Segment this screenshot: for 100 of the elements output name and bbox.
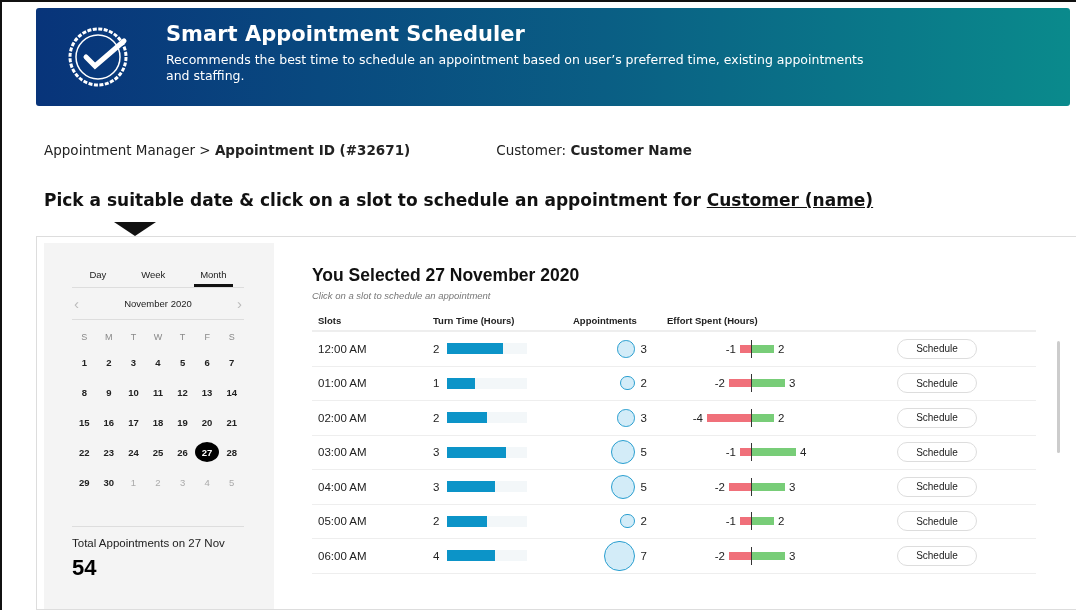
- calendar-day[interactable]: 15: [72, 412, 97, 432]
- schedule-button[interactable]: Schedule: [897, 511, 977, 532]
- schedule-button[interactable]: Schedule: [897, 338, 977, 359]
- calendar-day[interactable]: 28: [219, 442, 244, 462]
- schedule-button[interactable]: Schedule: [897, 407, 977, 428]
- appointments-count: 7: [640, 549, 647, 562]
- calendar-day[interactable]: 2: [96, 352, 121, 372]
- effort-negative-bar: [740, 344, 751, 353]
- column-header: Turn Time (Hours): [433, 315, 516, 326]
- effort-positive-value: 2: [778, 515, 785, 528]
- slot-row[interactable]: 03:00 AM 3 5 -1 4 Schedule: [312, 435, 1036, 470]
- effort-positive-bar: [752, 482, 785, 491]
- turn-time-value: 2: [433, 342, 440, 355]
- calendar-day[interactable]: 26: [170, 442, 195, 462]
- calendar-day[interactable]: 11: [146, 382, 170, 402]
- calendar-day[interactable]: 27: [195, 442, 220, 462]
- effort-negative-value: -4: [692, 411, 703, 424]
- turn-time-value: 3: [433, 480, 440, 493]
- customer-name: Customer Name: [570, 142, 692, 158]
- calendar-day[interactable]: 12: [170, 382, 195, 402]
- calendar-day[interactable]: 7: [219, 352, 244, 372]
- slot-time: 01:00 AM: [318, 377, 368, 390]
- customer-label: Customer:: [496, 142, 568, 158]
- schedule-button[interactable]: Schedule: [897, 476, 977, 497]
- slot-row[interactable]: 05:00 AM 2 2 -1 2 Schedule: [312, 504, 1036, 539]
- weekday-label: T: [130, 332, 137, 342]
- calendar-day[interactable]: 29: [72, 472, 97, 492]
- total-value: 54: [72, 555, 98, 581]
- view-tab[interactable]: Day: [83, 265, 113, 287]
- calendar-day[interactable]: 6: [195, 352, 220, 372]
- effort-negative-bar: [729, 379, 751, 388]
- calendar-day[interactable]: 13: [195, 382, 220, 402]
- appointments-count: 5: [640, 480, 647, 493]
- column-header: Appointments: [573, 315, 638, 326]
- effort-positive-bar: [752, 344, 774, 353]
- slot-row[interactable]: 06:00 AM 4 7 -2 3 Schedule: [312, 539, 1036, 574]
- instruction-text: Pick a suitable date & click on a slot to schedule an appointment for Customer (name): [44, 190, 875, 210]
- calendar-day[interactable]: 16: [96, 412, 121, 432]
- calendar-day[interactable]: 23: [96, 442, 121, 462]
- weekday-label: M: [105, 332, 113, 342]
- hint-text: Click on a slot to schedule an appointment: [312, 290, 492, 301]
- effort-negative-bar: [740, 448, 751, 457]
- slot-row[interactable]: 02:00 AM 2 3 -4 2 Schedule: [312, 401, 1036, 436]
- slot-row[interactable]: 04:00 AM 3 5 -2 3 Schedule: [312, 470, 1036, 505]
- calendar-day[interactable]: 18: [146, 412, 170, 432]
- turn-time-value: 1: [433, 377, 440, 390]
- effort-positive-value: 2: [778, 342, 785, 355]
- calendar-day[interactable]: 4: [146, 352, 170, 372]
- calendar-day[interactable]: 5: [170, 352, 195, 372]
- weekday-label: T: [179, 332, 186, 342]
- effort-negative-bar: [729, 482, 751, 491]
- app-description: Recommends the best time to schedule an appointment based on user’s preferred time, existing appointments and staffing.: [166, 52, 865, 84]
- calendar-day[interactable]: 10: [121, 382, 146, 402]
- column-header: Effort Spent (Hours): [667, 315, 759, 326]
- appointments-bubble: [604, 540, 635, 571]
- slot-row[interactable]: 12:00 AM 2 3 -1 2 Schedule: [312, 332, 1036, 367]
- breadcrumb-separator: >: [198, 142, 212, 158]
- schedule-button[interactable]: Schedule: [897, 442, 977, 463]
- appointments-bubble: [610, 474, 635, 499]
- calendar-day[interactable]: 19: [170, 412, 195, 432]
- calendar-day[interactable]: 21: [219, 412, 244, 432]
- effort-positive-bar: [752, 379, 785, 388]
- effort-negative-value: -2: [714, 377, 725, 390]
- slot-row[interactable]: 01:00 AM 1 2 -2 3 Schedule: [312, 366, 1036, 401]
- calendar-day[interactable]: 1: [72, 352, 97, 372]
- effort-positive-bar: [752, 517, 774, 526]
- effort-positive-value: 4: [800, 446, 807, 459]
- appointments-bubble: [610, 440, 635, 465]
- breadcrumb-link[interactable]: Appointment Manager: [44, 142, 195, 158]
- turn-time-value: 2: [433, 515, 440, 528]
- calendar-day[interactable]: 24: [121, 442, 146, 462]
- slot-time: 03:00 AM: [318, 446, 368, 459]
- schedule-button[interactable]: Schedule: [897, 545, 977, 566]
- schedule-button[interactable]: Schedule: [897, 373, 977, 394]
- view-tab[interactable]: Month: [194, 265, 233, 287]
- slot-time: 06:00 AM: [318, 549, 368, 562]
- turn-time-value: 3: [433, 446, 440, 459]
- view-tab[interactable]: Week: [135, 265, 172, 287]
- calendar-day[interactable]: 30: [96, 472, 121, 492]
- scrollbar[interactable]: [1057, 341, 1060, 453]
- calendar-day[interactable]: 17: [121, 412, 146, 432]
- calendar-day[interactable]: 9: [96, 382, 121, 402]
- calendar-day[interactable]: 20: [195, 412, 220, 432]
- calendar-day[interactable]: 22: [72, 442, 97, 462]
- slot-time: 12:00 AM: [318, 342, 368, 355]
- appointments-count: 3: [640, 342, 647, 355]
- appointments-count: 5: [640, 446, 647, 459]
- total-label: Total Appointments on 27 Nov: [72, 537, 226, 549]
- effort-negative-bar: [729, 551, 751, 560]
- calendar-day[interactable]: 3: [121, 352, 146, 372]
- effort-negative-value: -2: [714, 480, 725, 493]
- customer-link[interactable]: Customer (name): [706, 190, 874, 210]
- app-title: Smart Appointment Scheduler: [166, 22, 526, 46]
- effort-negative-value: -1: [725, 342, 736, 355]
- appointments-bubble: [617, 408, 635, 427]
- effort-positive-bar: [752, 413, 774, 422]
- appointments-bubble: [620, 376, 635, 391]
- calendar-day[interactable]: 25: [146, 442, 170, 462]
- calendar-day[interactable]: 8: [72, 382, 97, 402]
- calendar-day[interactable]: 14: [219, 382, 244, 402]
